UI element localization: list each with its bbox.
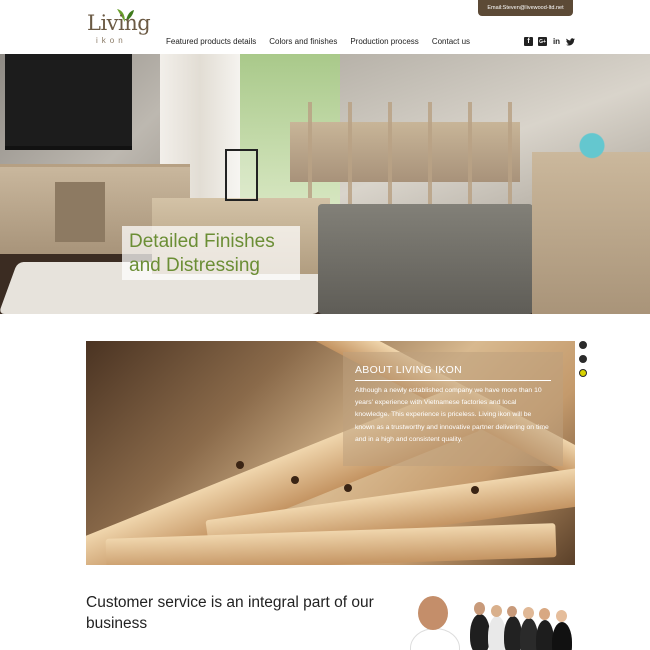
email-badge[interactable]: Email:Steven@livewood-ltd.net xyxy=(478,0,573,16)
site-header: Living ikon Featured products details Co… xyxy=(0,0,650,54)
slider-dot[interactable] xyxy=(579,341,587,349)
logo[interactable]: Living ikon xyxy=(87,8,151,48)
google-plus-icon[interactable]: G+ xyxy=(538,37,547,46)
hero-caption: Detailed Finishes and Distressing xyxy=(122,226,300,280)
team-member-head xyxy=(539,608,550,620)
hero-tv-shelf xyxy=(55,182,105,242)
hero-caption-line2: and Distressing xyxy=(129,255,260,276)
wood-hole xyxy=(344,484,352,492)
nav-featured-products[interactable]: Featured products details xyxy=(166,37,256,46)
logo-text: Living xyxy=(87,11,151,35)
slider-dot-active[interactable] xyxy=(579,369,587,377)
hero-banner: Detailed Finishes and Distressing xyxy=(0,54,650,314)
social-links: f G+ in xyxy=(524,37,575,46)
hero-sideboard xyxy=(532,152,650,314)
hero-tv xyxy=(5,54,132,150)
hero-caption-line1: Detailed Finishes xyxy=(129,231,275,252)
about-text: Although a newly established company we … xyxy=(355,387,549,443)
team-member-head xyxy=(523,607,534,619)
nav-contact-us[interactable]: Contact us xyxy=(432,37,470,46)
hero-chairs xyxy=(290,102,520,212)
team-member-front-head xyxy=(418,596,448,630)
team-member xyxy=(470,614,490,650)
about-title: ABOUT LIVING IKON xyxy=(355,364,551,381)
wood-hole xyxy=(471,486,479,494)
team-photo xyxy=(410,594,575,650)
team-member-front xyxy=(410,628,460,650)
team-member-head xyxy=(556,610,567,622)
slider-dot[interactable] xyxy=(579,355,587,363)
wood-hole xyxy=(236,461,244,469)
logo-subtext: ikon xyxy=(96,36,127,45)
main-nav: Featured products details Colors and fin… xyxy=(166,37,470,46)
about-panel: ABOUT LIVING IKON Although a newly estab… xyxy=(343,352,563,466)
slider-dots xyxy=(579,341,587,377)
nav-production-process[interactable]: Production process xyxy=(350,37,418,46)
hero-sofa xyxy=(318,204,533,314)
hero-vases xyxy=(572,124,612,160)
linkedin-icon[interactable]: in xyxy=(552,37,561,46)
hero-lantern xyxy=(225,149,258,201)
team-member xyxy=(552,622,572,650)
nav-colors-finishes[interactable]: Colors and finishes xyxy=(269,37,337,46)
wood-hole xyxy=(291,476,299,484)
team-member-head xyxy=(507,606,517,617)
team-member-head xyxy=(474,602,485,615)
team-member-head xyxy=(491,605,502,617)
customer-service-heading: Customer service is an integral part of … xyxy=(86,594,374,632)
facebook-icon[interactable]: f xyxy=(524,37,533,46)
twitter-icon[interactable] xyxy=(566,37,575,46)
